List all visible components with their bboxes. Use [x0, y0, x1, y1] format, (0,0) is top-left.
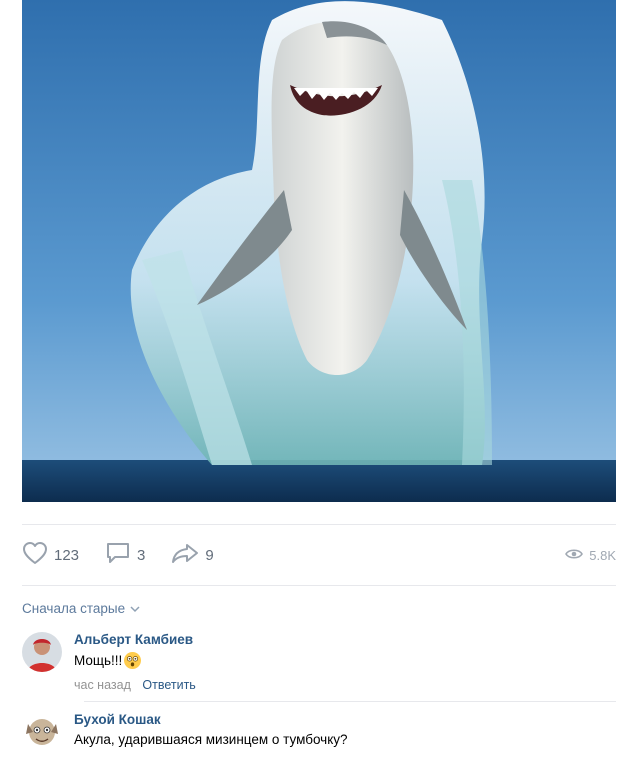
comment-text: Акула, ударившаяся мизинцем о тумбочку?	[74, 732, 348, 747]
comment-author[interactable]: Бухой Кошак	[74, 712, 348, 727]
views-count: 5.8K	[589, 547, 616, 563]
comment-time[interactable]: час назад	[74, 678, 131, 692]
comment-item: Бухой Кошак Акула, ударившаяся мизинцем …	[22, 712, 616, 752]
comment-text-row: Мощь!!!	[74, 652, 196, 669]
comment-divider	[84, 701, 616, 702]
comment-icon	[105, 541, 131, 569]
share-count: 9	[205, 546, 214, 564]
comment-item: Альберт Камбиев Мощь!!! час назад Ответи…	[22, 632, 616, 692]
comment-text: Мощь!!!	[74, 653, 123, 668]
post-actions-bar: 123 3 9 5.8K	[22, 538, 616, 572]
sort-label: Сначала старые	[22, 601, 126, 616]
actions-top-divider	[22, 524, 616, 525]
reply-button[interactable]: Ответить	[142, 678, 195, 692]
avatar[interactable]	[22, 632, 62, 672]
share-icon	[171, 541, 199, 569]
comment-button[interactable]: 3	[105, 541, 145, 569]
comment-meta: час назад Ответить	[74, 678, 196, 692]
post-photo[interactable]	[22, 0, 616, 502]
views-counter: 5.8K	[565, 548, 616, 563]
comment-author[interactable]: Альберт Камбиев	[74, 632, 196, 647]
like-button[interactable]: 123	[22, 541, 79, 569]
chevron-down-icon	[130, 601, 140, 616]
heart-icon	[22, 541, 48, 569]
comment-count: 3	[137, 546, 146, 564]
astonished-face-emoji-icon	[124, 652, 142, 669]
actions-bottom-divider	[22, 585, 616, 586]
like-count: 123	[54, 546, 80, 564]
comments-sort-dropdown[interactable]: Сначала старые	[22, 601, 140, 616]
eye-icon	[565, 548, 584, 563]
comment-text-row: Акула, ударившаяся мизинцем о тумбочку?	[74, 732, 348, 747]
avatar[interactable]	[22, 712, 62, 752]
share-button[interactable]: 9	[171, 541, 214, 569]
